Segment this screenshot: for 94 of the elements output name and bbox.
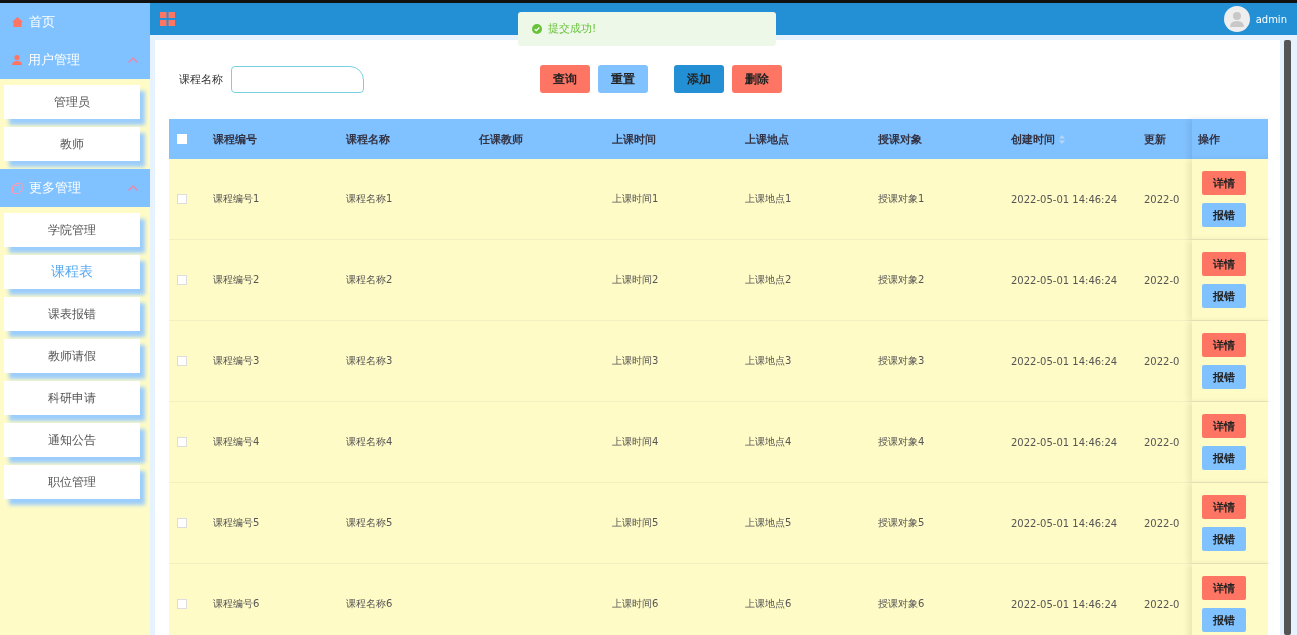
field-label: 课程名称: [179, 71, 223, 87]
column-header: 上课地点: [745, 131, 790, 147]
table-cell-text: 2022-0: [1144, 436, 1181, 448]
row-checkbox[interactable]: [177, 356, 187, 366]
toast-message: 提交成功!: [548, 22, 597, 36]
course-name-field[interactable]: [231, 65, 364, 93]
row-checkbox[interactable]: [177, 437, 187, 447]
table-cell-text: 课程编号1: [213, 192, 261, 206]
row-action-button[interactable]: 详情: [1202, 252, 1246, 276]
submenu-item[interactable]: 通知公告: [4, 423, 140, 457]
column-header: 更新: [1144, 131, 1167, 147]
table-cell-text: 课程编号6: [213, 597, 261, 611]
table-cell-text: 授课对象4: [878, 435, 926, 449]
table-cell-text: 2022-05-01 14:46:24: [1011, 274, 1119, 286]
table-cell-text: 课程名称2: [346, 273, 394, 287]
table-cell-text: 课程名称3: [346, 354, 394, 368]
row-action-button[interactable]: 报错: [1202, 446, 1246, 470]
table-cell-text: 上课地点6: [745, 597, 793, 611]
home-icon: [12, 17, 23, 27]
copy-icon: [12, 182, 23, 194]
row-checkbox[interactable]: [177, 194, 187, 204]
table-cell-text: 2022-0: [1144, 274, 1181, 286]
table-cell-text: 上课时间2: [612, 273, 660, 287]
column-header: 课程名称: [346, 131, 391, 147]
table-cell-text: 上课时间1: [612, 192, 660, 206]
table-cell-text: 上课时间3: [612, 354, 660, 368]
table-cell-text: 2022-0: [1144, 517, 1181, 529]
select-all-checkbox[interactable]: [177, 134, 187, 144]
sort-icon[interactable]: [1059, 134, 1065, 144]
row-action-button[interactable]: 详情: [1202, 495, 1246, 519]
row-action-button[interactable]: 报错: [1202, 527, 1246, 551]
row-action-button[interactable]: 报错: [1202, 365, 1246, 389]
table-cell-text: 上课时间4: [612, 435, 660, 449]
column-header: 授课对象: [878, 131, 923, 147]
table-cell-text: 课程名称1: [346, 192, 394, 206]
table-cell-text: 课程编号5: [213, 516, 261, 530]
scrollbar[interactable]: [1284, 40, 1291, 635]
row-checkbox[interactable]: [177, 275, 187, 285]
table-cell-text: 上课地点4: [745, 435, 793, 449]
table-cell-text: 授课对象6: [878, 597, 926, 611]
check-circle-icon: [532, 24, 542, 34]
submenu-item[interactable]: 管理员: [4, 85, 140, 119]
table-cell-text: 2022-05-01 14:46:24: [1011, 436, 1119, 448]
column-header: 操作: [1192, 119, 1273, 159]
row-checkbox[interactable]: [177, 518, 187, 528]
table-cell-text: 2022-05-01 14:46:24: [1011, 598, 1119, 610]
avatar-icon[interactable]: [1223, 6, 1250, 32]
table-cell-text: 课程名称4: [346, 435, 394, 449]
table-cell-text: 授课对象2: [878, 273, 926, 287]
submenu-item[interactable]: 教师: [4, 127, 140, 161]
row-checkbox[interactable]: [177, 599, 187, 609]
user-icon: [12, 55, 22, 65]
table-cell-text: 2022-0: [1144, 355, 1181, 367]
row-action-button[interactable]: 详情: [1202, 576, 1246, 600]
row-action-button[interactable]: 报错: [1202, 203, 1246, 227]
table-cell-text: 2022-05-01 14:46:24: [1011, 355, 1119, 367]
table-cell-text: 2022-0: [1144, 598, 1181, 610]
table-cell-text: 上课时间5: [612, 516, 660, 530]
column-header: 上课时间: [612, 131, 657, 147]
action-button[interactable]: 添加: [674, 65, 724, 93]
table-cell-text: 上课地点2: [745, 273, 793, 287]
user-name: admin: [1255, 13, 1287, 25]
action-button[interactable]: 查询: [540, 65, 590, 93]
table-cell-text: 2022-05-01 14:46:24: [1011, 193, 1119, 205]
submenu-item[interactable]: 课表报错: [4, 297, 140, 331]
table-cell-text: 课程名称6: [346, 597, 394, 611]
action-button[interactable]: 重置: [598, 65, 648, 93]
column-header: 任课教师: [479, 131, 524, 147]
table-cell-text: 2022-05-01 14:46:24: [1011, 517, 1119, 529]
row-action-button[interactable]: 详情: [1202, 414, 1246, 438]
table-cell-text: 授课对象3: [878, 354, 926, 368]
table-cell-text: 2022-0: [1144, 193, 1181, 205]
table-cell-text: 上课地点3: [745, 354, 793, 368]
row-action-button[interactable]: 详情: [1202, 171, 1246, 195]
table-cell-text: 课程编号4: [213, 435, 261, 449]
action-button[interactable]: 删除: [732, 65, 782, 93]
submenu-item[interactable]: 学院管理: [4, 213, 140, 247]
table-cell-text: 授课对象5: [878, 516, 926, 530]
table-cell-text: 上课地点5: [745, 516, 793, 530]
row-action-button[interactable]: 详情: [1202, 333, 1246, 357]
row-action-button[interactable]: 报错: [1202, 284, 1246, 308]
column-header: 创建时间: [1011, 131, 1144, 147]
table-cell-text: 授课对象1: [878, 192, 926, 206]
table-cell-text: 上课地点1: [745, 192, 793, 206]
table-cell-text: 课程编号3: [213, 354, 261, 368]
column-header: 课程编号: [213, 131, 258, 147]
table-cell-text: 上课时间6: [612, 597, 660, 611]
submenu-item[interactable]: 科研申请: [4, 381, 140, 415]
submenu-item[interactable]: 职位管理: [4, 465, 140, 499]
table-cell-text: 课程编号2: [213, 273, 261, 287]
row-action-button[interactable]: 报错: [1202, 608, 1246, 632]
grid-icon[interactable]: [160, 12, 175, 26]
submenu-item[interactable]: 教师请假: [4, 339, 140, 373]
table-cell-text: 课程名称5: [346, 516, 394, 530]
